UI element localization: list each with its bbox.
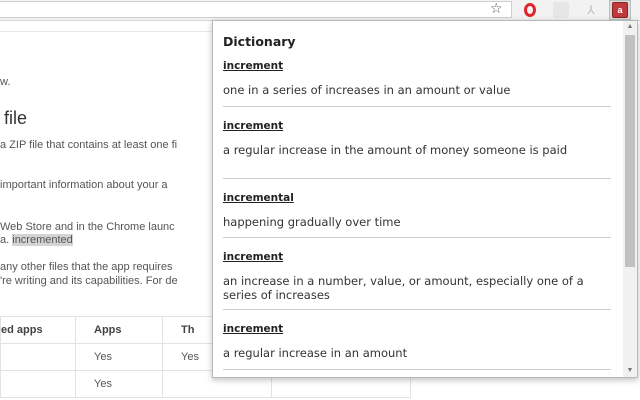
- table-header: ed apps: [0, 316, 76, 344]
- pdf-icon[interactable]: ⅄: [583, 2, 599, 18]
- page-text: any other files that the app requires: [0, 261, 173, 273]
- page-text: w.: [0, 76, 11, 88]
- entry-word[interactable]: increment: [223, 251, 611, 263]
- definition-entry: incremental happening gradually over tim…: [223, 192, 611, 229]
- page-text: a ZIP file that contains at least one fi: [0, 139, 178, 151]
- entry-divider: [223, 178, 611, 179]
- entry-word[interactable]: increment: [223, 60, 611, 72]
- definition-entry: increment an increase in a number, value…: [223, 251, 611, 302]
- entry-definition: an increase in a number, value, or amoun…: [223, 274, 584, 302]
- dictionary-extension-icon[interactable]: a: [612, 2, 628, 18]
- definition-entry: increment a regular increase in the amou…: [223, 120, 611, 157]
- definition-entry: increment a regular increase in an amoun…: [223, 323, 611, 360]
- entry-definition: a regular increase in an amount: [223, 346, 408, 360]
- entry-definition: happening gradually over time: [223, 215, 401, 229]
- scroll-thumb[interactable]: [625, 35, 635, 267]
- dictionary-popup: Dictionary increment one in a series of …: [212, 20, 638, 378]
- entry-divider: [223, 106, 611, 107]
- popup-title: Dictionary: [223, 34, 296, 49]
- page-text-prefix: a.: [0, 234, 10, 246]
- entry-word[interactable]: incremental: [223, 192, 611, 204]
- page-text: Web Store and in the Chrome launc: [0, 221, 175, 233]
- table-header: Apps: [75, 316, 163, 344]
- page-text: important information about your a: [0, 179, 168, 191]
- page-text: 're writing and its capabilities. For de: [0, 275, 178, 287]
- scroll-up-arrow-icon[interactable]: ▲: [623, 21, 637, 33]
- entry-definition: one in a series of increases in an amoun…: [223, 83, 511, 97]
- extension-icon[interactable]: [553, 2, 569, 18]
- page-text: a. incremented: [0, 234, 73, 246]
- definition-entry: increment one in a series of increases i…: [223, 60, 611, 97]
- table-cell: [0, 343, 76, 371]
- entry-word[interactable]: increment: [223, 323, 611, 335]
- popup-scrollbar[interactable]: ▲ ▼: [623, 21, 637, 377]
- entry-divider: [223, 369, 611, 370]
- selected-word[interactable]: incremented: [12, 234, 73, 246]
- entry-divider: [223, 237, 611, 238]
- address-bar[interactable]: [0, 1, 512, 18]
- scroll-down-arrow-icon[interactable]: ▼: [623, 365, 637, 377]
- entry-divider: [223, 309, 611, 310]
- browser-toolbar: ☆ ⅄ a: [0, 0, 640, 21]
- table-cell: Yes: [75, 370, 163, 398]
- table-cell: Yes: [75, 343, 163, 371]
- entry-definition: a regular increase in the amount of mone…: [223, 143, 568, 157]
- opera-icon[interactable]: [522, 2, 538, 18]
- page-heading: file: [4, 108, 28, 128]
- table-cell: [0, 370, 76, 398]
- star-icon[interactable]: ☆: [490, 0, 503, 17]
- entry-word[interactable]: increment: [223, 120, 611, 132]
